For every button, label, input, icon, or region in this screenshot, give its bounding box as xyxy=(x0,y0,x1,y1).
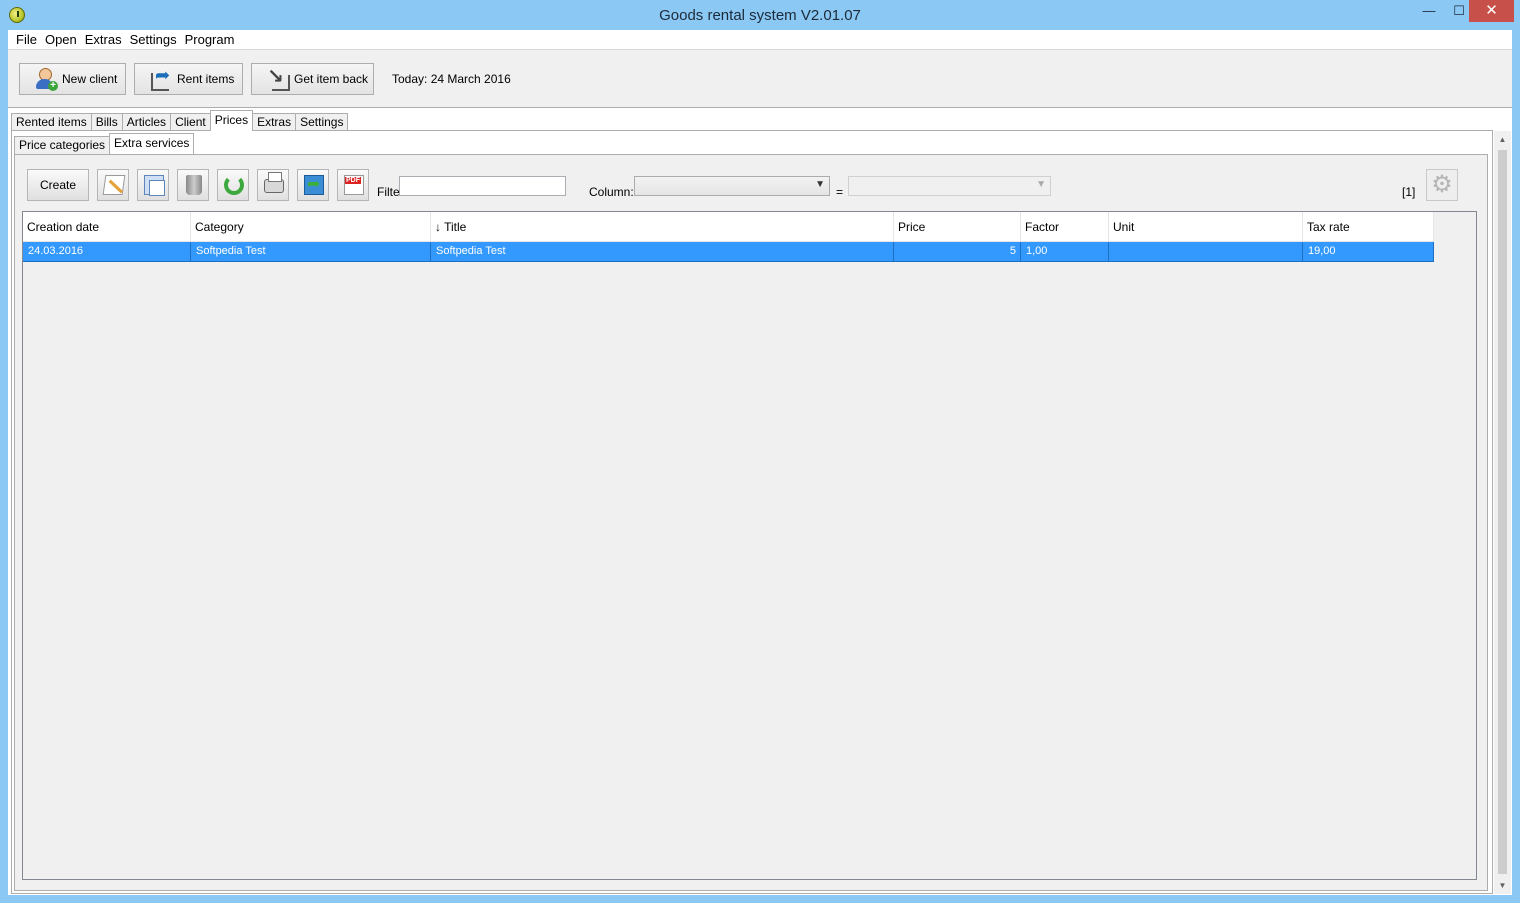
main-tabs: Rented items Bills Articles Client Price… xyxy=(11,110,349,131)
subtab-extra-services[interactable]: Extra services xyxy=(109,133,195,154)
column-select[interactable]: ▼ xyxy=(634,176,830,196)
new-client-button[interactable]: + New client xyxy=(19,63,126,95)
record-count: [1] xyxy=(1402,185,1416,199)
tab-articles[interactable]: Articles xyxy=(121,113,172,131)
menu-file[interactable]: File xyxy=(12,30,41,50)
today-date: Today: 24 March 2016 xyxy=(392,72,511,86)
column-header-unit[interactable]: Unit xyxy=(1109,212,1303,242)
scroll-down-icon[interactable]: ▼ xyxy=(1494,877,1511,894)
filter-input[interactable] xyxy=(399,176,566,196)
vertical-scrollbar[interactable]: ▲ ▼ xyxy=(1494,131,1511,894)
menu-bar: File Open Extras Settings Program xyxy=(8,30,1512,50)
edit-icon xyxy=(102,175,126,195)
chevron-down-icon: ▼ xyxy=(1036,179,1046,190)
cell-creation-date[interactable]: 24.03.2016 xyxy=(23,242,191,261)
tab-bills[interactable]: Bills xyxy=(90,113,123,131)
prices-tab-body: Price categories Extra services Create F… xyxy=(11,130,1493,894)
menu-settings[interactable]: Settings xyxy=(126,30,181,50)
export-button[interactable] xyxy=(297,169,329,201)
tab-client[interactable]: Client xyxy=(170,113,211,131)
column-header-price[interactable]: Price xyxy=(894,212,1021,242)
menu-program[interactable]: Program xyxy=(181,30,239,50)
equals-label: = xyxy=(836,185,844,199)
copy-button[interactable] xyxy=(137,169,169,201)
cell-factor[interactable]: 1,00 xyxy=(1021,242,1109,261)
cell-unit[interactable] xyxy=(1109,242,1303,261)
tab-prices[interactable]: Prices xyxy=(209,110,254,131)
menu-extras[interactable]: Extras xyxy=(81,30,126,50)
tab-rented-items[interactable]: Rented items xyxy=(11,113,92,131)
value-select[interactable]: ▼ xyxy=(848,176,1051,196)
export-icon xyxy=(304,174,324,195)
cell-price[interactable]: 5 xyxy=(894,242,1021,261)
extra-services-grid: Creation date Category ↓ Title Price Fac… xyxy=(22,211,1477,880)
create-button[interactable]: Create xyxy=(27,169,89,201)
gear-icon: ⚙ xyxy=(1431,171,1453,198)
table-row[interactable]: 24.03.2016 Softpedia Test Softpedia Test… xyxy=(23,242,1434,262)
list-toolbar: Create Filter: Column: ▼ xyxy=(15,155,1489,211)
window-title: Goods rental system V2.01.07 xyxy=(659,7,861,24)
tab-extras[interactable]: Extras xyxy=(252,113,297,131)
refresh-icon xyxy=(224,175,244,195)
chevron-down-icon: ▼ xyxy=(815,179,825,190)
close-button[interactable]: ✕ xyxy=(1469,0,1514,22)
column-header-factor[interactable]: Factor xyxy=(1021,212,1109,242)
new-client-label: New client xyxy=(62,72,118,86)
print-button[interactable] xyxy=(257,169,289,201)
copy-icon xyxy=(144,175,165,196)
column-header-category[interactable]: Category xyxy=(191,212,431,242)
cell-category[interactable]: Softpedia Test xyxy=(191,242,431,261)
main-toolbar: + New client Rent items Get item back To… xyxy=(8,51,1512,107)
subtab-price-categories[interactable]: Price categories xyxy=(14,136,111,154)
main-tab-panel: Rented items Bills Articles Client Price… xyxy=(8,107,1512,895)
rent-items-button[interactable]: Rent items xyxy=(134,63,243,95)
cell-title[interactable]: Softpedia Test xyxy=(431,242,894,261)
title-bar[interactable]: Goods rental system V2.01.07 — ☐ ✕ xyxy=(0,0,1520,30)
trash-icon xyxy=(186,175,202,195)
get-item-back-button[interactable]: Get item back xyxy=(251,63,374,95)
print-icon xyxy=(264,172,284,193)
user-add-icon: + xyxy=(34,67,58,91)
cell-tax-rate[interactable]: 19,00 xyxy=(1303,242,1434,261)
column-header-creation-date[interactable]: Creation date xyxy=(23,212,191,242)
menu-open[interactable]: Open xyxy=(41,30,81,50)
delete-button[interactable] xyxy=(177,169,209,201)
rent-items-label: Rent items xyxy=(177,72,235,86)
pdf-icon xyxy=(344,175,364,195)
pdf-button[interactable] xyxy=(337,169,369,201)
column-header-title[interactable]: ↓ Title xyxy=(431,212,894,242)
client-area: File Open Extras Settings Program + New … xyxy=(8,30,1512,895)
refresh-button[interactable] xyxy=(217,169,249,201)
grid-header: Creation date Category ↓ Title Price Fac… xyxy=(23,212,1434,242)
extra-services-panel: Create Filter: Column: ▼ xyxy=(14,154,1488,891)
column-header-tax-rate[interactable]: Tax rate xyxy=(1303,212,1434,242)
column-label: Column: xyxy=(589,185,634,199)
tab-settings[interactable]: Settings xyxy=(295,113,349,131)
app-window: Goods rental system V2.01.07 — ☐ ✕ File … xyxy=(0,0,1520,903)
grid-settings-button[interactable]: ⚙ xyxy=(1426,169,1458,201)
scroll-thumb[interactable] xyxy=(1498,150,1507,874)
edit-button[interactable] xyxy=(97,169,129,201)
get-item-back-label: Get item back xyxy=(294,72,369,86)
rent-out-icon xyxy=(149,65,173,91)
return-icon xyxy=(266,64,290,91)
scroll-up-icon[interactable]: ▲ xyxy=(1494,131,1511,148)
minimize-button[interactable]: — xyxy=(1414,0,1444,22)
prices-subtabs: Price categories Extra services xyxy=(14,133,195,154)
